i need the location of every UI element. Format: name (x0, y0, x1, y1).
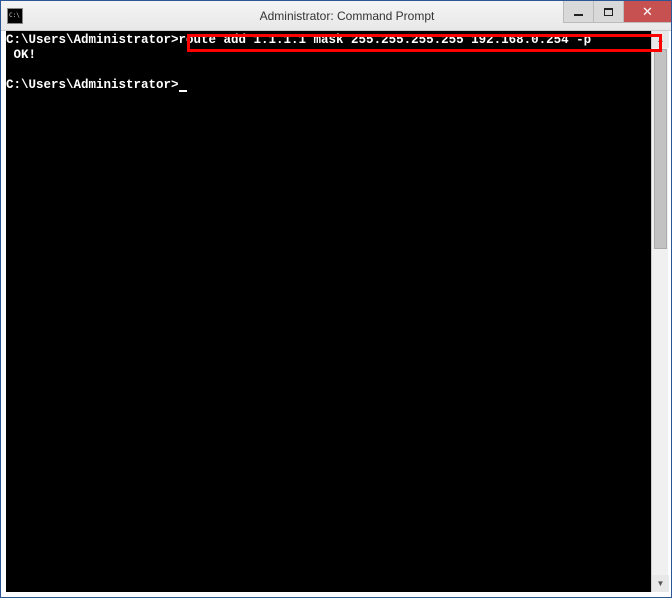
command-text: route add 1.1.1.1 mask 255.255.255.255 1… (179, 33, 592, 47)
cursor (179, 90, 187, 92)
scroll-down-button[interactable]: ▼ (652, 575, 669, 592)
titlebar[interactable]: Administrator: Command Prompt ✕ (1, 1, 671, 31)
cmd-icon (7, 8, 23, 24)
scroll-up-button[interactable]: ▲ (652, 31, 669, 48)
vertical-scrollbar[interactable]: ▲ ▼ (651, 31, 668, 592)
scroll-thumb[interactable] (654, 49, 667, 249)
window-controls: ✕ (563, 1, 671, 23)
terminal-output[interactable]: C:\Users\Administrator> route add 1.1.1.1… (6, 31, 651, 592)
minimize-button[interactable] (563, 1, 593, 23)
chevron-down-icon: ▼ (657, 579, 665, 588)
chevron-up-icon: ▲ (657, 35, 665, 44)
command-prompt-window: Administrator: Command Prompt ✕ C:\Users… (0, 0, 672, 598)
response-line: OK! (6, 48, 36, 62)
maximize-button[interactable] (593, 1, 623, 23)
close-icon: ✕ (642, 4, 653, 20)
minimize-icon (574, 14, 583, 16)
close-button[interactable]: ✕ (623, 1, 671, 23)
prompt-line-2: C:\Users\Administrator> (6, 78, 187, 92)
prompt-line-1: C:\Users\Administrator>route add 1.1.1.1… (6, 33, 591, 47)
maximize-icon (604, 8, 613, 16)
